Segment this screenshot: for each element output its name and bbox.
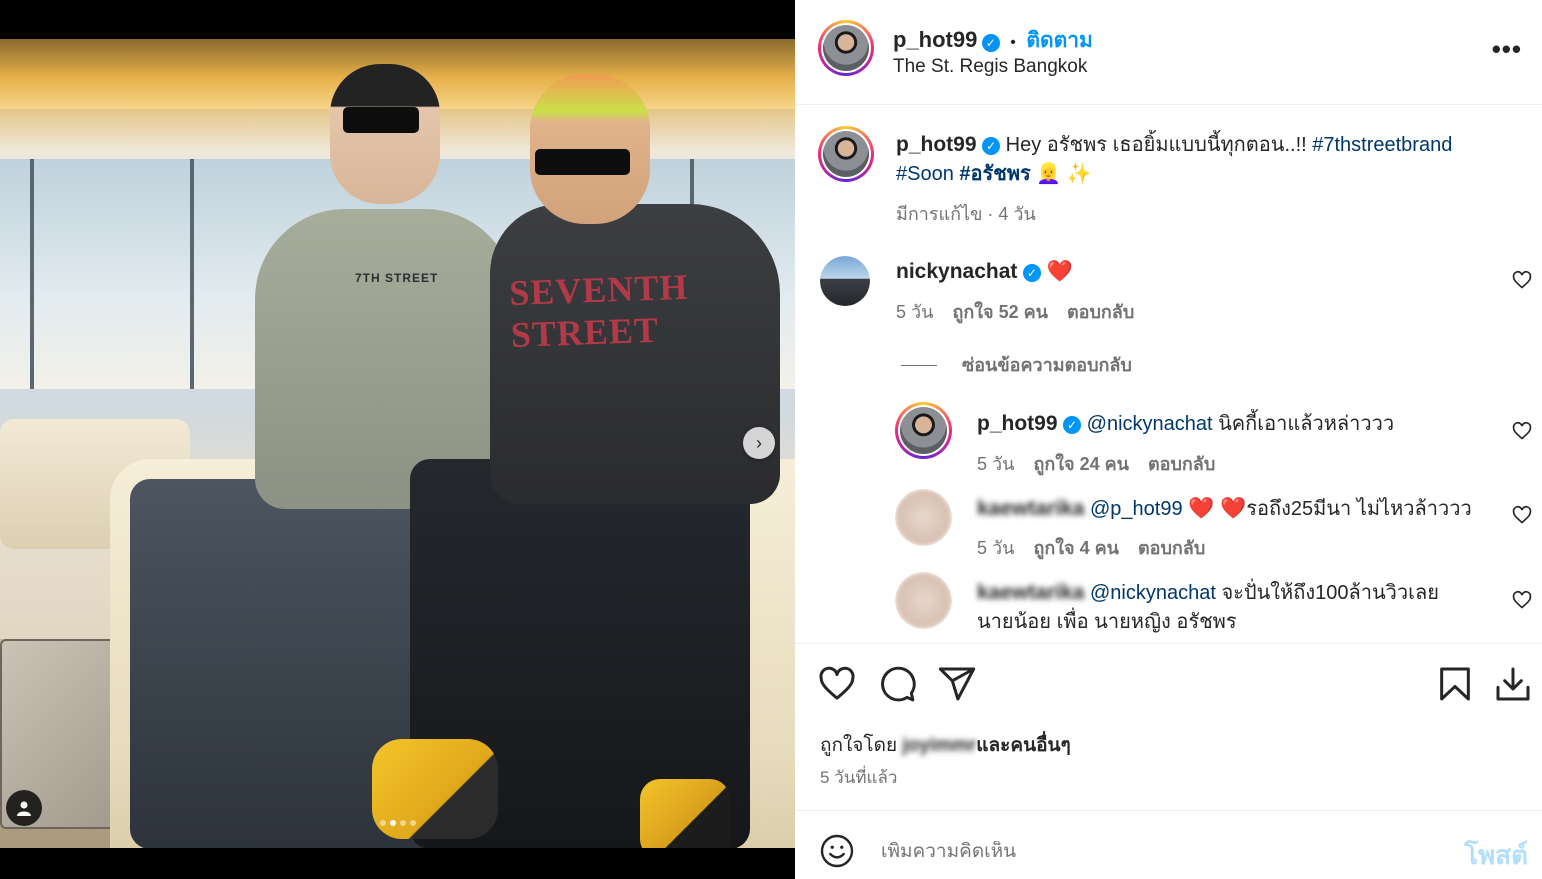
mention-link[interactable]: @nickynachat <box>1090 582 1216 604</box>
reply-age: 5 วัน <box>977 538 1015 558</box>
carousel-dot <box>399 820 406 826</box>
photo-sunglasses <box>343 107 419 133</box>
share-icon[interactable] <box>937 664 977 704</box>
carousel-indicator <box>0 820 795 826</box>
instagram-post-modal: 7TH STREET SEVENTH STREET › p_hot99 ✓ • … <box>0 0 1542 879</box>
liked-by-user[interactable]: joyimmr <box>902 735 976 756</box>
reply-like-icon[interactable] <box>1512 421 1532 441</box>
emoji-icon[interactable] <box>819 833 855 869</box>
comment-age: 5 วัน <box>896 302 934 322</box>
reply-body: จะปั่นให้ถึง100ล้านวิวเลย <box>1215 582 1439 604</box>
post-header: p_hot99 ✓ • ติดตาม The St. Regis Bangkok… <box>795 0 1542 105</box>
caption-text: p_hot99 ✓ Hey อรัชพร เธอยิ้มแบบนี้ทุกตอน… <box>896 130 1516 189</box>
verified-badge-icon: ✓ <box>1063 415 1082 434</box>
post-comment-button[interactable]: โพสต์ <box>1464 835 1528 876</box>
download-icon[interactable] <box>1493 664 1533 704</box>
carousel-dot <box>409 820 416 826</box>
reply-line: kaewtarika @nickynachat จะปั่นให้ถึง100ล… <box>977 578 1497 637</box>
reply-body: นิคกี้เอาแล้วหล่าววว <box>1212 413 1395 435</box>
post-actions: ถูกใจโดย joyimmrและคนอื่นๆ 5 วันที่แล้ว <box>795 643 1542 810</box>
comment-like-icon[interactable] <box>1512 270 1532 290</box>
verified-badge-icon: ✓ <box>981 33 1000 52</box>
post-photo: 7TH STREET SEVENTH STREET <box>0 39 795 848</box>
reply-like-icon[interactable] <box>1512 590 1532 610</box>
comment-body: ❤️ <box>1046 260 1073 283</box>
photo-sunglasses <box>535 149 630 175</box>
post-side-panel: p_hot99 ✓ • ติดตาม The St. Regis Bangkok… <box>795 0 1542 879</box>
post-timestamp: 5 วันที่แล้ว <box>820 768 898 787</box>
photo-person-left-head <box>330 64 440 204</box>
caption-username[interactable]: p_hot99 <box>896 133 977 156</box>
hashtag-link[interactable]: #อรัชพร <box>959 163 1030 185</box>
separator-dot: • <box>1010 34 1016 51</box>
carousel-dot <box>389 820 396 826</box>
reply-line: p_hot99 ✓ @nickynachat นิคกี้เอาแล้วหล่า… <box>977 409 1394 439</box>
liked-by-prefix: ถูกใจโดย <box>820 735 903 756</box>
reply-avatar[interactable] <box>895 402 952 459</box>
mention-link[interactable]: @nickynachat <box>1087 413 1213 435</box>
reply-username[interactable]: p_hot99 <box>977 412 1058 435</box>
hide-replies-button[interactable]: ซ่อนข้อความตอบกลับ <box>962 350 1132 379</box>
reply-username[interactable]: kaewtarika <box>977 581 1084 604</box>
author-line: p_hot99 ✓ • ติดตาม <box>893 24 1093 57</box>
more-options-button[interactable]: ••• <box>1492 34 1522 65</box>
author-username[interactable]: p_hot99 <box>893 27 977 52</box>
liked-by-summary: ถูกใจโดย joyimmrและคนอื่นๆ <box>820 730 1071 760</box>
photo-sneaker <box>640 779 730 848</box>
carousel-dot <box>379 820 386 826</box>
comment-line: nickynachat ✓ ❤️ <box>896 257 1073 287</box>
follow-button[interactable]: ติดตาม <box>1026 29 1093 52</box>
hashtag-link[interactable]: #7thstreetbrand <box>1312 134 1452 156</box>
comment-icon[interactable] <box>877 664 917 704</box>
save-icon[interactable] <box>1435 664 1475 704</box>
post-location[interactable]: The St. Regis Bangkok <box>893 56 1087 78</box>
post-media: 7TH STREET SEVENTH STREET › <box>0 0 795 879</box>
caption-avatar[interactable] <box>818 126 874 182</box>
reply-age: 5 วัน <box>977 454 1015 474</box>
hide-replies-divider <box>901 365 937 366</box>
author-avatar[interactable] <box>818 20 874 76</box>
verified-badge-icon: ✓ <box>1022 263 1041 282</box>
reply-username[interactable]: kaewtarika <box>977 497 1084 520</box>
verified-badge-icon: ✓ <box>982 136 1001 155</box>
reply-meta: 5 วัน ถูกใจ 24 คน ตอบกลับ <box>977 449 1215 478</box>
reply-avatar[interactable] <box>895 489 952 546</box>
reply-like-icon[interactable] <box>1512 505 1532 525</box>
caption-meta: มีการแก้ไข · 4 วัน <box>896 204 1036 224</box>
carousel-next-button[interactable]: › <box>743 427 775 459</box>
reply-hearts: ❤️ ❤️ <box>1188 497 1247 520</box>
reply-avatar[interactable] <box>895 572 952 629</box>
hashtag-link[interactable]: #Soon <box>896 163 954 185</box>
reply-body: รอถึง25มีนา ไม่ไหวล้าววว <box>1246 498 1472 520</box>
comment-likes[interactable]: ถูกใจ 52 คน <box>952 302 1048 322</box>
like-icon[interactable] <box>817 664 857 704</box>
commenter-avatar[interactable] <box>820 256 870 306</box>
person-icon <box>17 801 31 816</box>
reply-button[interactable]: ตอบกลับ <box>1067 302 1134 322</box>
comment-composer: โพสต์ <box>795 810 1542 879</box>
reply-likes[interactable]: ถูกใจ 24 คน <box>1033 454 1129 474</box>
comment-username[interactable]: nickynachat <box>896 260 1017 283</box>
comment-meta: 5 วัน ถูกใจ 52 คน ตอบกลับ <box>896 297 1134 326</box>
comment-input[interactable] <box>881 841 1401 863</box>
caption-body: Hey อรัชพร เธอยิ้มแบบนี้ทุกตอน..!! <box>1005 134 1313 156</box>
photo-hoodie-print: 7TH STREET <box>355 271 439 285</box>
reply-meta: 5 วัน ถูกใจ 4 คน ตอบกลับ <box>977 533 1205 562</box>
liked-by-others[interactable]: และคนอื่นๆ <box>976 735 1070 756</box>
photo-window-frame <box>30 159 34 389</box>
comments-section: p_hot99 ✓ Hey อรัชพร เธอยิ้มแบบนี้ทุกตอน… <box>795 106 1542 643</box>
reply-button[interactable]: ตอบกลับ <box>1148 454 1215 474</box>
mention-link[interactable]: @p_hot99 <box>1090 498 1183 520</box>
reply-likes[interactable]: ถูกใจ 4 คน <box>1033 538 1119 558</box>
photo-tshirt-print: SEVENTH STREET <box>508 266 690 355</box>
caption-emoji: 👱‍♀️ ✨ <box>1036 163 1092 185</box>
reply-body-line2: นายน้อย เพื่อ นายหญิง อรัชพร <box>977 611 1237 633</box>
reply-button[interactable]: ตอบกลับ <box>1138 538 1205 558</box>
reply-line: kaewtarika @p_hot99 ❤️ ❤️รอถึง25มีนา ไม่… <box>977 494 1472 524</box>
photo-window-frame <box>190 159 194 389</box>
